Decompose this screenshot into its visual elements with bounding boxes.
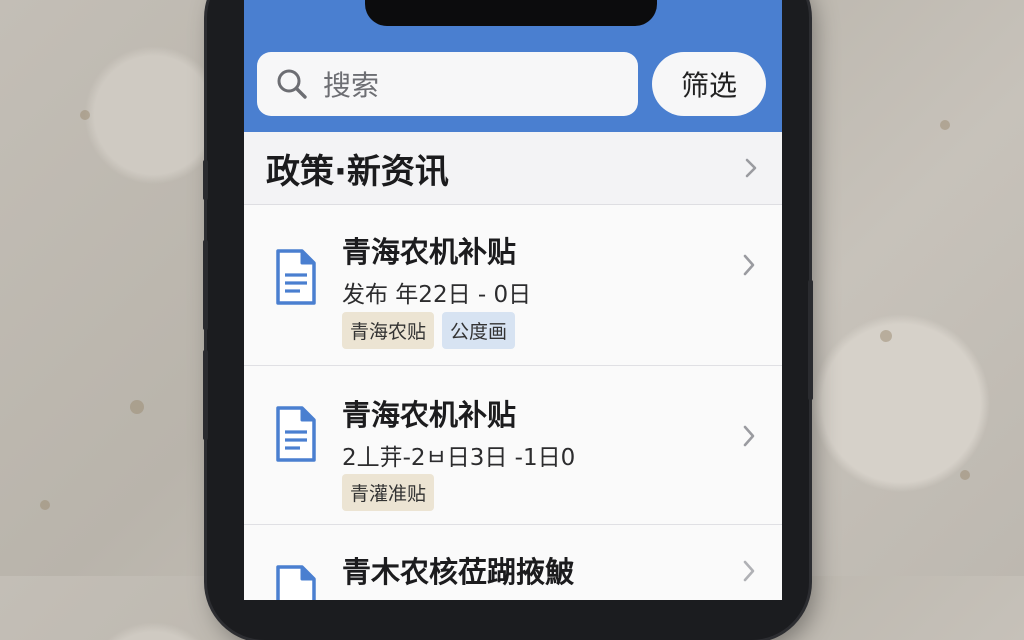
section-header[interactable]: 政策·新资讯 <box>244 132 782 205</box>
tag: 青海农贴 <box>342 312 435 349</box>
filter-button[interactable]: 筛选 <box>652 52 766 116</box>
item-title: 青海农机补贴 <box>342 235 517 269</box>
phone-side-button <box>808 280 813 400</box>
item-date: 2丄茾-2ㅂ日3日 -1日0 <box>342 445 576 471</box>
background-texture <box>40 500 50 510</box>
item-date: 发布 年22日 - 0日 <box>342 282 532 308</box>
background-texture <box>940 120 950 130</box>
list-item[interactable]: 青海农机补贴 发布 年22日 - 0日 青海农贴 公度画 <box>244 205 782 366</box>
background-texture <box>130 400 144 414</box>
chevron-right-icon <box>745 158 757 178</box>
tag-list: 青灌准贴 <box>342 474 435 511</box>
list-item[interactable]: 青木农核莅䠒掖鮍 <box>244 525 782 600</box>
search-input[interactable]: 搜索 <box>257 52 638 116</box>
item-title: 青海农机补贴 <box>342 398 517 432</box>
phone-side-button <box>203 240 208 330</box>
list-item[interactable]: 青海农机补贴 2丄茾-2ㅂ日3日 -1日0 青灌准贴 <box>244 366 782 525</box>
phone-side-button <box>203 350 208 440</box>
chevron-right-icon <box>743 254 755 276</box>
chevron-right-icon <box>743 560 755 582</box>
search-icon <box>277 69 307 99</box>
phone-notch <box>365 0 657 26</box>
background-texture <box>80 110 90 120</box>
tag: 公度画 <box>442 312 516 349</box>
chevron-right-icon <box>743 425 755 447</box>
background-texture <box>960 470 970 480</box>
tag-list: 青海农贴 公度画 <box>342 312 516 349</box>
tag: 青灌准贴 <box>342 474 435 511</box>
app-screen: 搜索 筛选 政策·新资讯 青海农机补贴 发布 年22日 - 0日 青海农贴 公度… <box>244 0 782 600</box>
document-icon <box>276 406 316 462</box>
phone-side-button <box>203 160 208 200</box>
document-icon <box>276 249 316 305</box>
document-icon <box>276 565 316 600</box>
background-texture <box>880 330 892 342</box>
search-placeholder: 搜索 <box>323 69 380 102</box>
section-title: 政策·新资讯 <box>266 151 449 192</box>
item-title: 青木农核莅䠒掖鮍 <box>342 555 575 589</box>
